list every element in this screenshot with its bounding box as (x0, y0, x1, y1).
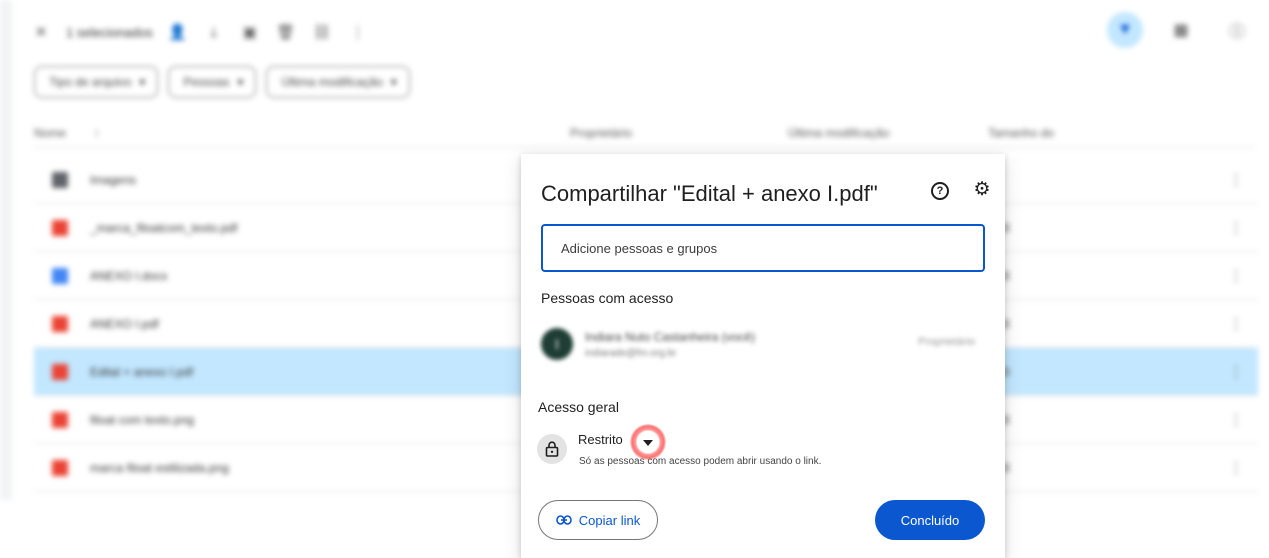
avatar: I (541, 328, 573, 360)
filter-chip-modified[interactable]: Última modificação ▾ (266, 66, 410, 98)
filter-icon[interactable]: ▼ (1107, 12, 1143, 48)
filter-chip-type[interactable]: Tipo de arquivo ▾ (34, 66, 159, 98)
file-name: filoat com texto.png (90, 412, 195, 427)
lock-icon (537, 434, 567, 464)
more-icon[interactable]: ⋮ (1228, 170, 1244, 190)
file-type-icon (52, 219, 68, 236)
filter-chips: Tipo de arquivo ▾ Pessoas ▾ Última modific… (34, 66, 410, 98)
info-icon[interactable]: ⓘ (1219, 12, 1255, 48)
done-button[interactable]: Concluído (875, 500, 985, 540)
file-table-header: Nome ↑ Proprietário Última modificação T… (34, 118, 1254, 148)
dialog-title: Compartilhar "Edital + anexo I.pdf" (541, 181, 878, 206)
column-size[interactable]: Tamanho do (988, 126, 1054, 140)
column-modified[interactable]: Última modificação (788, 126, 889, 140)
move-icon[interactable]: ▣ (239, 21, 261, 43)
file-name: Imagens (90, 172, 137, 187)
view-controls: ▼ ▦ ⓘ (1107, 12, 1255, 48)
more-icon[interactable]: ⋮ (1228, 458, 1244, 478)
link-icon (555, 515, 572, 525)
caret-down-icon (643, 440, 653, 446)
column-owner[interactable]: Proprietário (570, 126, 632, 140)
share-icon[interactable]: 👤 (167, 21, 189, 43)
person-name: Indiara Nuto Castanheira (você) (585, 330, 756, 344)
access-description: Só as pessoas com acesso podem abrir usa… (579, 456, 822, 467)
more-icon[interactable]: ⋮ (347, 21, 369, 43)
more-icon[interactable]: ⋮ (1228, 218, 1244, 238)
more-icon[interactable]: ⋮ (1228, 362, 1244, 382)
grid-view-icon[interactable]: ▦ (1163, 12, 1199, 48)
chip-label: Pessoas (183, 75, 230, 89)
sidebar-strip (0, 0, 12, 500)
help-icon[interactable]: ? (931, 182, 949, 200)
file-type-icon (52, 171, 68, 188)
chevron-down-icon: ▾ (139, 75, 146, 89)
file-name: Edital + anexo I.pdf (90, 364, 194, 379)
people-with-access-heading: Pessoas com acesso (541, 290, 674, 306)
close-icon[interactable]: ✕ (30, 21, 52, 43)
file-type-icon (52, 459, 68, 476)
chevron-down-icon: ▾ (390, 75, 397, 89)
more-icon[interactable]: ⋮ (1228, 314, 1244, 334)
file-name: marca filoat estilizada.png (90, 460, 229, 475)
chip-label: Última modificação (281, 75, 383, 89)
column-name[interactable]: Nome (34, 126, 66, 140)
chevron-down-icon: ▾ (237, 75, 244, 89)
share-dialog: Compartilhar "Edital + anexo I.pdf" ? ⚙ … (521, 154, 1005, 558)
general-access-heading: Acesso geral (538, 399, 619, 415)
more-icon[interactable]: ⋮ (1228, 266, 1244, 286)
file-type-icon (52, 411, 68, 428)
more-icon[interactable]: ⋮ (1228, 410, 1244, 430)
person-row: I Indiara Nuto Castanheira (você) indiar… (541, 324, 985, 372)
person-email: indiarade@fm.org.br (585, 348, 677, 359)
file-type-icon (52, 267, 68, 284)
download-icon[interactable]: ⤓ (203, 21, 225, 43)
file-type-icon (52, 315, 68, 332)
trash-icon[interactable]: 🗑 (275, 21, 297, 43)
copy-link-button[interactable]: Copiar link (538, 500, 658, 540)
file-name: ANEXO I.pdf (90, 316, 159, 331)
filter-chip-people[interactable]: Pessoas ▾ (168, 66, 257, 98)
copy-link-label: Copiar link (578, 512, 641, 528)
file-type-icon (52, 363, 68, 380)
file-name: ANEXO I.docx (90, 268, 168, 283)
access-level-select[interactable]: Restrito (578, 432, 623, 447)
access-dropdown-button[interactable] (630, 424, 666, 460)
link-icon[interactable]: ⛓ (311, 21, 333, 43)
chip-label: Tipo de arquivo (49, 75, 132, 89)
selection-toolbar: ✕ 1 selecionados 👤 ⤓ ▣ 🗑 ⛓ ⋮ (30, 14, 369, 50)
file-name: _marca_filoatcom_texto.pdf (90, 220, 238, 235)
person-role: Proprietário (918, 336, 975, 348)
selection-count: 1 selecionados (66, 24, 153, 40)
arrow-up-icon[interactable]: ↑ (94, 126, 100, 140)
gear-icon[interactable]: ⚙ (971, 178, 993, 200)
add-people-input[interactable] (541, 224, 985, 272)
